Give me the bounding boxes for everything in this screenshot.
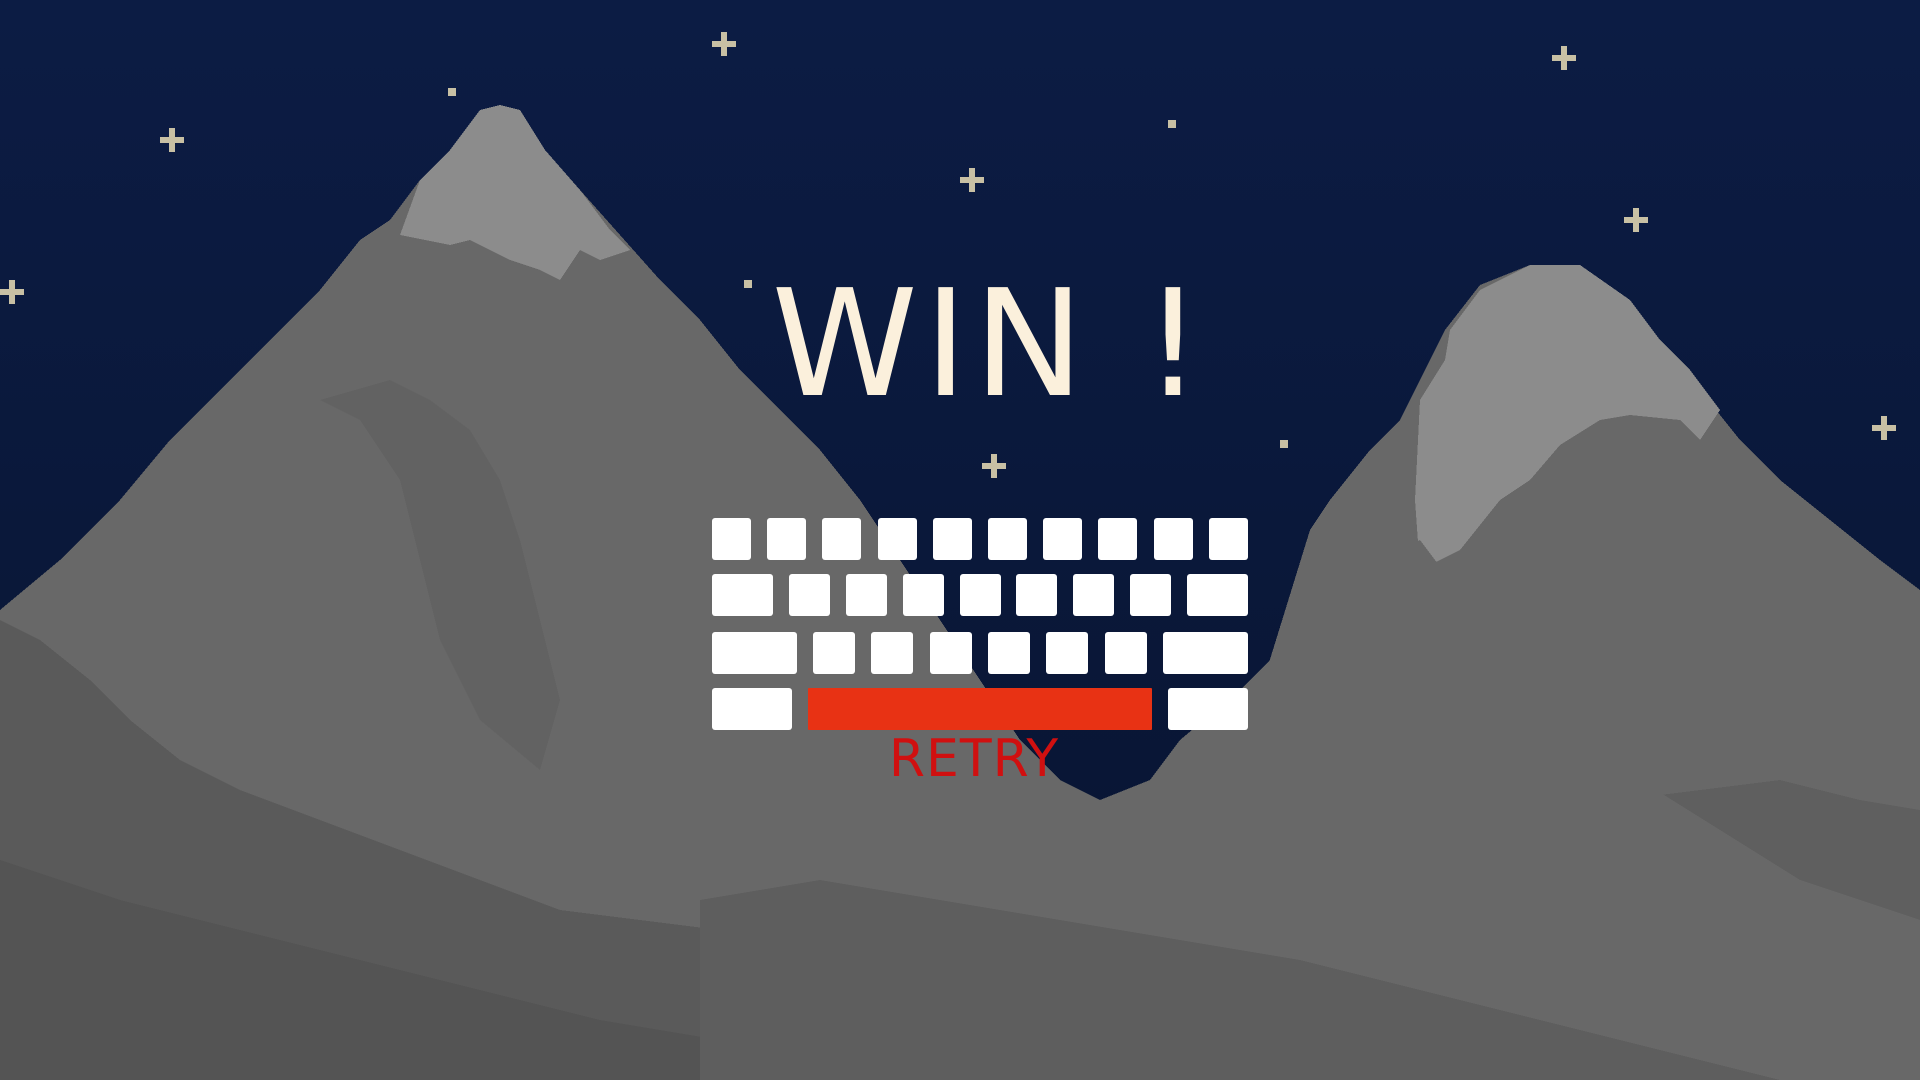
keyboard-key — [959, 574, 1001, 616]
keyboard-key — [988, 632, 1030, 674]
win-title: WIN ! — [771, 258, 1209, 430]
star — [448, 88, 456, 96]
keyboard-key — [712, 688, 792, 730]
keyboard-key — [871, 632, 914, 674]
star — [744, 280, 752, 288]
retry-label: RETRY — [888, 729, 1060, 789]
keyboard-key — [929, 632, 972, 674]
keyboard-key — [1016, 574, 1058, 616]
keyboard-key — [1130, 574, 1171, 616]
keyboard-key — [1046, 632, 1089, 674]
keyboard-key — [789, 574, 831, 616]
keyboard-key — [767, 518, 807, 560]
keyboard-key — [1104, 632, 1147, 674]
keyboard-key — [988, 518, 1027, 560]
star — [1280, 440, 1288, 448]
game-screen: WIN ! RETRY — [0, 0, 1920, 1080]
star — [1168, 120, 1176, 128]
keyboard-key — [877, 518, 917, 560]
keyboard-key — [1186, 574, 1248, 616]
keyboard-key — [712, 518, 751, 560]
keyboard-key — [812, 632, 855, 674]
keyboard-key — [932, 518, 972, 560]
keyboard-key — [712, 632, 797, 674]
keyboard-key — [1163, 632, 1249, 674]
keyboard-key — [902, 574, 944, 616]
keyboard-key — [1098, 518, 1138, 560]
keyboard-key — [1073, 574, 1115, 616]
keyboard-key — [846, 574, 887, 616]
keyboard-key — [1208, 518, 1248, 560]
space-key-retry-button[interactable] — [808, 688, 1152, 730]
keyboard-key — [1153, 518, 1193, 560]
keyboard-key — [712, 574, 773, 616]
keyboard-key — [1043, 518, 1083, 560]
keyboard-key — [822, 518, 862, 560]
keyboard-key — [1168, 688, 1248, 730]
